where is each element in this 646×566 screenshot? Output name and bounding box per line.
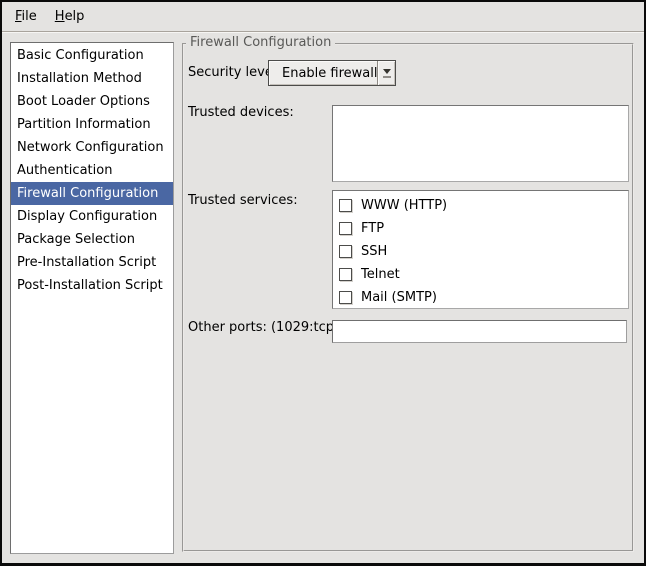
menu-file[interactable]: File <box>6 5 46 28</box>
checkbox-mail-smtp-unchecked-icon[interactable] <box>339 291 352 304</box>
checkbox-www-http-unchecked-icon[interactable] <box>339 199 352 212</box>
security-level-dropdown[interactable]: Enable firewall <box>268 60 396 86</box>
menu-help[interactable]: Help <box>46 5 94 28</box>
menu-help-label: elp <box>65 9 85 24</box>
trusted-services-label: Trusted services: <box>188 193 298 209</box>
sidebar-item-post-installation-script[interactable]: Post-Installation Script <box>11 274 173 297</box>
menu-bar: File Help <box>2 2 644 32</box>
service-row-telnet[interactable]: Telnet <box>333 263 628 286</box>
service-label: Telnet <box>361 267 400 282</box>
menu-help-mnemonic: H <box>55 9 65 24</box>
security-level-label: Security level: <box>188 65 281 81</box>
arrow-bar <box>383 76 391 78</box>
section-list: Basic Configuration Installation Method … <box>10 42 174 554</box>
service-label: WWW (HTTP) <box>361 198 447 213</box>
menu-file-label: ile <box>22 9 37 24</box>
service-row-ssh[interactable]: SSH <box>333 240 628 263</box>
checkbox-telnet-unchecked-icon[interactable] <box>339 268 352 281</box>
checkbox-ftp-unchecked-icon[interactable] <box>339 222 352 235</box>
sidebar-item-authentication[interactable]: Authentication <box>11 159 173 182</box>
kickstart-configurator-window: File Help Basic Configuration Installati… <box>0 0 646 566</box>
service-label: FTP <box>361 221 384 236</box>
service-row-ftp[interactable]: FTP <box>333 217 628 240</box>
sidebar-item-network-configuration[interactable]: Network Configuration <box>11 136 173 159</box>
sidebar-item-installation-method[interactable]: Installation Method <box>11 67 173 90</box>
option-menu-arrow-icon <box>377 61 395 85</box>
other-ports-input[interactable] <box>332 320 627 343</box>
sidebar-item-pre-installation-script[interactable]: Pre-Installation Script <box>11 251 173 274</box>
service-row-mail-smtp[interactable]: Mail (SMTP) <box>333 286 628 309</box>
trusted-services-list: WWW (HTTP) FTP SSH Telnet Mail (SMTP) <box>332 190 629 309</box>
main-content: Basic Configuration Installation Method … <box>2 34 644 563</box>
checkbox-ssh-unchecked-icon[interactable] <box>339 245 352 258</box>
security-level-value: Enable firewall <box>269 61 377 85</box>
service-label: SSH <box>361 244 387 259</box>
service-row-www-http[interactable]: WWW (HTTP) <box>333 194 628 217</box>
arrow-down-icon <box>383 69 391 74</box>
frame-title: Firewall Configuration <box>186 35 335 51</box>
sidebar-item-basic-configuration[interactable]: Basic Configuration <box>11 44 173 67</box>
sidebar-item-partition-information[interactable]: Partition Information <box>11 113 173 136</box>
sidebar-item-firewall-configuration[interactable]: Firewall Configuration <box>11 182 173 205</box>
trusted-devices-label: Trusted devices: <box>188 105 294 121</box>
sidebar-item-display-configuration[interactable]: Display Configuration <box>11 205 173 228</box>
sidebar-item-boot-loader-options[interactable]: Boot Loader Options <box>11 90 173 113</box>
sidebar-item-package-selection[interactable]: Package Selection <box>11 228 173 251</box>
trusted-devices-list[interactable] <box>332 105 629 182</box>
other-ports-label: Other ports: (1029:tcp) <box>188 320 339 336</box>
service-label: Mail (SMTP) <box>361 290 437 305</box>
